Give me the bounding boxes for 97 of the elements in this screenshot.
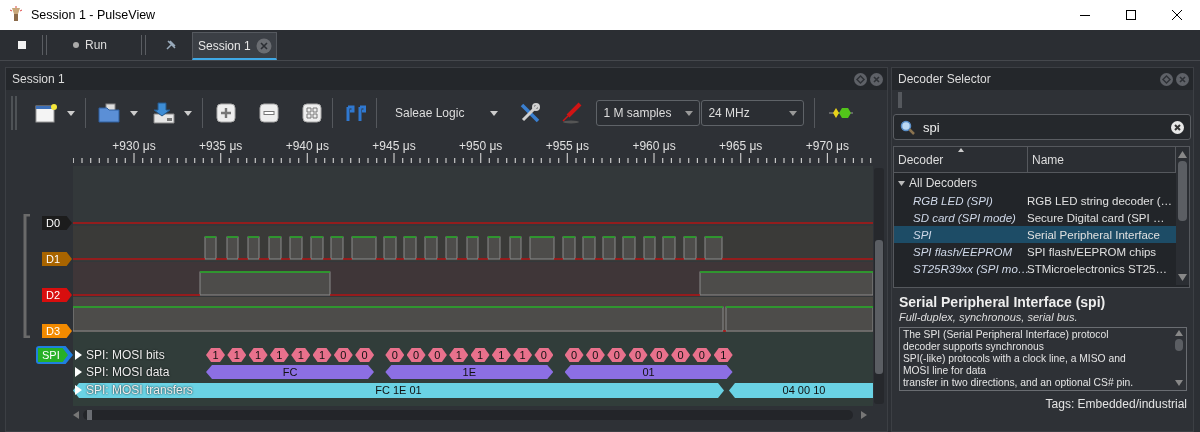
expand-arrow-icon <box>898 179 905 187</box>
configure-device-icon <box>519 102 542 124</box>
channel-tag[interactable]: D0 <box>42 216 72 230</box>
panel-title: Decoder Selector <box>898 72 992 86</box>
decoder-name: SPI flash/EEPROM chips <box>1027 245 1158 258</box>
zoom-out-icon <box>259 103 279 123</box>
tree-row[interactable]: SD card (SPI mode) Secure Digital card (SPI … <box>894 209 1176 226</box>
transfer-annotation: 04 00 10 <box>729 383 873 398</box>
decoder-row-label[interactable]: SPI: MOSI bits <box>75 348 165 362</box>
sample-rate-dropdown[interactable]: 24 MHz <box>701 100 805 126</box>
time-label: +970 μs <box>805 139 849 153</box>
time-label: +945 μs <box>372 139 416 153</box>
float-icon[interactable] <box>1160 72 1173 86</box>
open-folder-button[interactable] <box>98 103 120 123</box>
float-icon[interactable] <box>854 72 867 86</box>
decoder-id: SPI <box>913 228 933 241</box>
decoder-row-label[interactable]: SPI: MOSI data <box>75 365 170 379</box>
maximize-icon <box>1126 10 1136 20</box>
new-session-button[interactable] <box>35 103 57 123</box>
vertical-scrollbar[interactable] <box>1176 147 1189 285</box>
close-icon <box>1172 10 1182 20</box>
decoder-id: SD card (SPI mode) <box>913 211 1017 224</box>
vertical-scrollbar[interactable] <box>1174 329 1184 387</box>
session-tab[interactable]: Session 1 <box>192 32 277 60</box>
search-box[interactable]: spi <box>893 114 1191 140</box>
new-session-icon <box>35 103 57 123</box>
dropdown-icon <box>67 110 75 116</box>
dropdown-icon <box>130 110 138 116</box>
configure-device-button[interactable] <box>519 102 542 124</box>
decoder-id: SPI flash/EEPROM <box>913 245 1014 258</box>
decoder-name: STMicroelectronics ST25… <box>1027 262 1168 275</box>
decoder-summary: Full-duplex, synchronous, serial bus. <box>899 311 1079 323</box>
tags-label: Tags: Embedded/industrial <box>1045 397 1187 411</box>
time-label: +950 μs <box>459 139 503 153</box>
data-annotation: 01 <box>564 365 733 379</box>
time-label: +960 μs <box>632 139 676 153</box>
dropdown-icon <box>184 110 192 116</box>
decoder-name: Secure Digital card (SPI … <box>1027 211 1166 224</box>
search-icon <box>900 119 915 135</box>
vertical-scrollbar[interactable] <box>874 168 884 404</box>
cursor-button[interactable] <box>346 105 366 121</box>
decoder-id: RGB LED (SPI) <box>913 194 994 207</box>
dropdown-button[interactable] <box>130 110 138 116</box>
zoom-out-button[interactable] <box>259 103 279 123</box>
run-button[interactable]: Run <box>67 30 113 60</box>
clear-search-icon[interactable] <box>1171 120 1184 134</box>
zoom-fit-icon <box>302 103 322 123</box>
time-label: +940 μs <box>285 139 329 153</box>
time-label: +965 μs <box>719 139 763 153</box>
decoder-title: Serial Peripheral Interface (spi) <box>899 294 1107 310</box>
toolbar-grip-icon[interactable] <box>11 96 17 130</box>
channel-tag[interactable]: D1 <box>42 252 72 266</box>
close-icon[interactable] <box>255 37 272 54</box>
search-field[interactable]: spi <box>923 119 1163 135</box>
device-dropdown[interactable]: Saleae Logic <box>395 106 499 120</box>
close-icon[interactable] <box>1176 72 1189 86</box>
data-annotation: 1E <box>385 365 554 379</box>
tree-row[interactable]: SPI flash/EEPROM SPI flash/EEPROM chips <box>894 243 1176 260</box>
data-annotation: FC <box>206 365 374 379</box>
save-button[interactable] <box>152 102 176 124</box>
close-icon[interactable] <box>870 72 883 86</box>
add-decoder-button[interactable] <box>829 107 854 119</box>
zoom-in-icon <box>216 103 236 123</box>
cursor-icon <box>346 105 366 121</box>
sample-count-dropdown[interactable]: 1 M samples <box>596 100 701 126</box>
column-header[interactable]: Decoder <box>894 147 1028 173</box>
time-label: +955 μs <box>545 139 589 153</box>
panel-title: Session 1 <box>12 72 66 86</box>
tree-row[interactable]: ST25R39xx (SPI mo…STMicroelectronics ST25… <box>894 260 1176 277</box>
description-text: The SPI (Serial Peripheral Interface) protocol decoder supports synchronous SPI(-like) protocols with a clock line, a MISO and MOSI line for data transfer in two directions, and an optional CS# pin. <box>903 329 1135 389</box>
time-label: +930 μs <box>112 139 156 153</box>
grip-handle-icon[interactable] <box>898 92 902 108</box>
decoder-name: Serial Peripheral Interface <box>1027 228 1161 241</box>
dropdown-button[interactable] <box>67 110 75 116</box>
wrench-icon <box>166 40 176 50</box>
stop-icon <box>18 41 26 49</box>
sort-arrow-icon <box>958 148 964 152</box>
time-label: +935 μs <box>199 139 243 153</box>
tree-group-row[interactable]: All Decoders <box>894 174 1176 192</box>
dropdown-button[interactable] <box>184 110 192 116</box>
caret-icon <box>789 110 798 116</box>
tree-row[interactable]: RGB LED (SPI) RGB LED string decoder (… <box>894 192 1176 209</box>
caret-icon <box>685 110 694 116</box>
decoder-name: RGB LED string decoder (… <box>1027 194 1174 207</box>
zoom-in-button[interactable] <box>216 103 236 123</box>
probe-icon <box>560 102 583 124</box>
save-icon <box>152 102 176 124</box>
decoder-id: ST25R39xx (SPI mo… <box>913 262 1027 275</box>
window-title: Session 1 - PulseView <box>31 8 156 22</box>
add-decoder-icon <box>829 107 854 119</box>
caret-icon <box>490 110 499 116</box>
open-folder-icon <box>98 103 120 123</box>
channel-tag[interactable]: D2 <box>42 288 72 302</box>
zoom-fit-button[interactable] <box>302 103 322 123</box>
tree-row[interactable]: SPI Serial Peripheral Interface <box>894 226 1176 243</box>
app-icon <box>9 6 23 24</box>
dot-icon <box>73 42 79 48</box>
